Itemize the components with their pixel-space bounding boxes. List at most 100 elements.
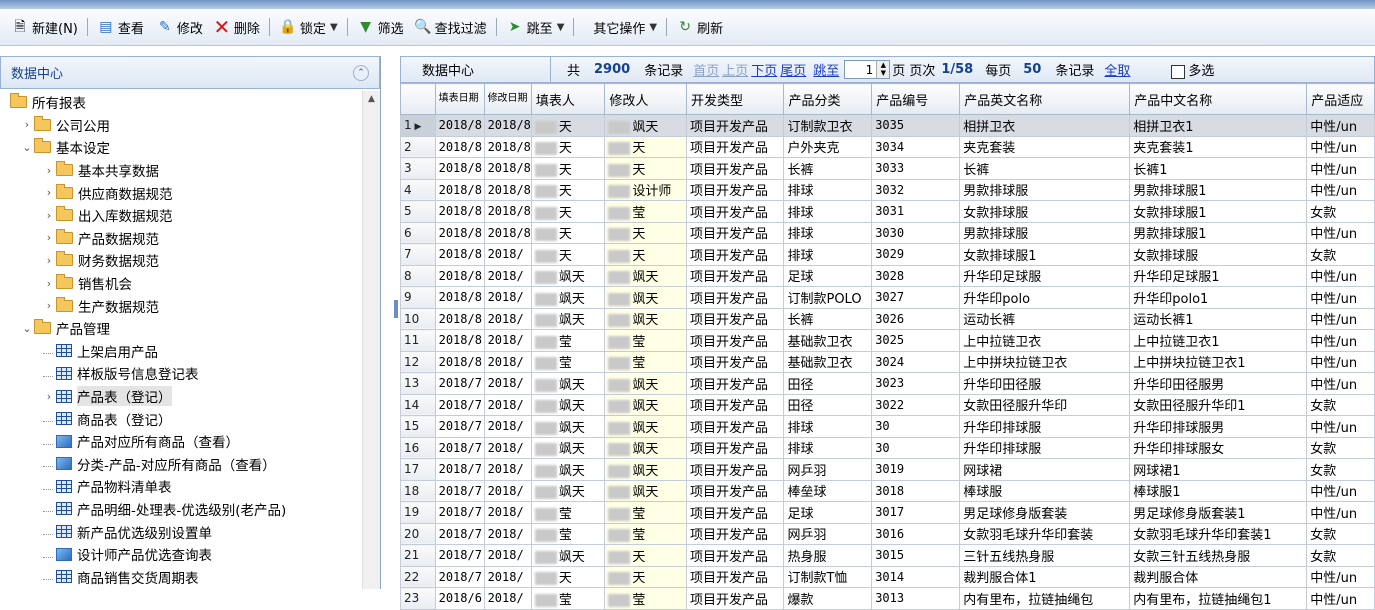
next-page-link[interactable]: 下页 <box>751 60 777 79</box>
collapse-arrow-icon[interactable]: › <box>42 277 56 290</box>
table-cell[interactable]: 项目开发产品 <box>685 479 785 502</box>
table-cell[interactable]: 2018/7 <box>434 458 485 481</box>
column-header[interactable]: 修改人 <box>604 83 687 115</box>
tree-item[interactable]: › 销售机会 <box>0 272 362 295</box>
column-header[interactable] <box>400 83 436 115</box>
table-row[interactable]: 5 2018/8 2018/8 天莹项目开发产品 排球 3031 女款排球服 女款排球服1 女款 <box>400 200 1375 223</box>
table-cell[interactable]: 天 <box>604 135 687 158</box>
select-all-link[interactable]: 全取 <box>1104 60 1130 79</box>
delete-button[interactable]: ✕ 删除 <box>210 15 263 39</box>
tree-item[interactable]: 商品表（登记） <box>0 407 362 430</box>
table-cell[interactable]: 3014 <box>871 565 961 588</box>
table-cell[interactable]: 订制款T恤 <box>783 565 873 588</box>
table-cell[interactable]: 户外夹克 <box>783 135 873 158</box>
table-cell[interactable]: 4 <box>400 178 436 201</box>
expand-arrow-icon[interactable]: ⌄ <box>20 322 34 335</box>
table-row[interactable]: 22 2018/7 2018/天 天 项目开发产品 订制款T恤 3014 裁判服合体1 裁判服合… <box>400 565 1375 588</box>
table-cell[interactable]: 飒天 <box>604 415 687 438</box>
table-row[interactable]: 7 2018/8 2018/天 天 项目开发产品 排球 3029 女款排球服1 女款排球服 女款 <box>400 243 1375 266</box>
table-cell[interactable]: 2018/8 <box>434 135 485 158</box>
table-cell[interactable]: 15 <box>400 415 436 438</box>
table-cell[interactable]: 莹 <box>604 522 687 545</box>
table-cell[interactable]: 中性/un <box>1306 135 1375 158</box>
collapse-arrow-icon[interactable]: › <box>42 164 56 177</box>
table-row[interactable]: 4 2018/8 2018/8 天设计师 项目开发产品 排球 3032 男款排球服 男款排球服1… <box>400 178 1375 201</box>
table-cell[interactable]: 女款 <box>1306 458 1375 481</box>
table-cell[interactable]: 2018/8 <box>483 200 532 223</box>
table-cell[interactable]: 女款羽毛球升华印套装 <box>959 522 1131 545</box>
table-cell[interactable]: 3030 <box>871 221 961 244</box>
table-cell[interactable]: 2018/ <box>483 479 532 502</box>
table-cell[interactable]: 设计师 <box>604 178 687 201</box>
table-cell[interactable]: 长裤 <box>959 157 1131 180</box>
table-row[interactable]: 14 2018/7 2018/飒天 飒天 项目开发产品 田径 3022 女款田径服升华印 女款田… <box>400 393 1375 416</box>
table-cell[interactable]: 飒天 <box>530 286 606 309</box>
table-cell[interactable]: 5 <box>400 200 436 223</box>
table-cell[interactable]: 项目开发产品 <box>685 393 785 416</box>
tree-item[interactable]: 产品明细-处理表-优选级别(老产品) <box>0 498 362 521</box>
table-cell[interactable]: 中性/un <box>1306 372 1375 395</box>
other-operations-button[interactable]: 其它操作 ▼ <box>590 15 660 39</box>
table-cell[interactable]: 排球 <box>783 200 873 223</box>
table-cell[interactable]: 女款 <box>1306 200 1375 223</box>
table-cell[interactable]: 23 <box>400 587 436 610</box>
table-cell[interactable]: 中性/un <box>1306 479 1375 502</box>
view-button[interactable]: ▤ 查看 <box>94 15 147 39</box>
table-cell[interactable]: 莹 <box>604 501 687 524</box>
table-cell[interactable]: 排球 <box>783 178 873 201</box>
table-cell[interactable]: 14 <box>400 393 436 416</box>
collapse-arrow-icon[interactable]: › <box>42 299 56 312</box>
table-cell[interactable]: 中性/un <box>1306 329 1375 352</box>
table-cell[interactable]: 排球 <box>783 221 873 244</box>
table-cell[interactable]: 2018/7 <box>434 436 485 459</box>
tree-item[interactable]: › 生产数据规范 <box>0 294 362 317</box>
table-cell[interactable]: 2018/7 <box>434 544 485 567</box>
collapse-arrow-icon[interactable]: › <box>42 209 56 222</box>
table-cell[interactable]: 中性/un <box>1306 264 1375 287</box>
table-cell[interactable]: 飒天 <box>530 415 606 438</box>
search-filter-button[interactable]: 🔍 查找过滤 <box>411 15 490 39</box>
table-cell[interactable]: 30 <box>871 436 961 459</box>
table-cell[interactable]: 飒天 <box>604 458 687 481</box>
table-cell[interactable]: 16 <box>400 436 436 459</box>
table-cell[interactable]: 中性/un <box>1306 221 1375 244</box>
table-cell[interactable]: 升华印田径服 <box>959 372 1131 395</box>
table-cell[interactable]: 2018/7 <box>434 565 485 588</box>
table-cell[interactable]: 网乒羽 <box>783 522 873 545</box>
table-cell[interactable]: 2018/ <box>483 522 532 545</box>
table-cell[interactable]: 12 <box>400 350 436 373</box>
multi-select-checkbox[interactable]: 多选 <box>1171 60 1214 79</box>
table-cell[interactable]: 女款排球服1 <box>959 243 1131 266</box>
first-page-link[interactable]: 首页 <box>693 60 719 79</box>
table-cell[interactable]: 上中拉链卫衣1 <box>1129 329 1308 352</box>
table-cell[interactable]: 项目开发产品 <box>685 372 785 395</box>
table-cell[interactable]: 项目开发产品 <box>685 415 785 438</box>
collapse-arrow-icon[interactable]: › <box>42 231 56 244</box>
edit-button[interactable]: ✎ 修改 <box>153 15 206 39</box>
table-cell[interactable]: 热身服 <box>783 544 873 567</box>
table-cell[interactable]: 升华印田径服男 <box>1129 372 1308 395</box>
table-cell[interactable]: 项目开发产品 <box>685 135 785 158</box>
table-cell[interactable]: 男款排球服 <box>959 221 1131 244</box>
table-cell[interactable]: 女款三针五线热身服 <box>1129 544 1308 567</box>
table-row[interactable]: 10 2018/8 2018/飒天 飒天 项目开发产品 长裤 3026 运动长裤 运动长裤1 中性… <box>400 307 1375 330</box>
table-cell[interactable]: 升华印排球服 <box>959 415 1131 438</box>
table-cell[interactable]: 2018/8 <box>483 135 532 158</box>
table-cell[interactable]: 3031 <box>871 200 961 223</box>
column-header[interactable]: 修改日期 <box>483 83 532 115</box>
table-cell[interactable]: 2018/ <box>483 501 532 524</box>
table-cell[interactable]: 女款羽毛球升华印套装1 <box>1129 522 1308 545</box>
table-cell[interactable]: 2018/ <box>483 329 532 352</box>
table-cell[interactable]: 网球裙 <box>959 458 1131 481</box>
table-cell[interactable]: 女款排球服1 <box>1129 200 1308 223</box>
table-cell[interactable]: 女款 <box>1306 393 1375 416</box>
table-cell[interactable]: 女款 <box>1306 522 1375 545</box>
table-cell[interactable]: 排球 <box>783 436 873 459</box>
table-row[interactable]: 3 2018/8 2018/8 天天项目开发产品 长裤 3033 长裤 长裤1 中性/un <box>400 157 1375 180</box>
table-cell[interactable]: 2018/ <box>483 565 532 588</box>
column-header[interactable]: 产品编号 <box>871 83 961 115</box>
table-row[interactable]: 19 2018/7 2018/莹 莹 项目开发产品 足球 3017 男足球修身版套装 男足球修身… <box>400 501 1375 524</box>
tree-item[interactable]: 设计师产品优选查询表 <box>0 543 362 566</box>
table-cell[interactable]: 女款田径服升华印 <box>959 393 1131 416</box>
table-cell[interactable]: 2018/8 <box>483 157 532 180</box>
